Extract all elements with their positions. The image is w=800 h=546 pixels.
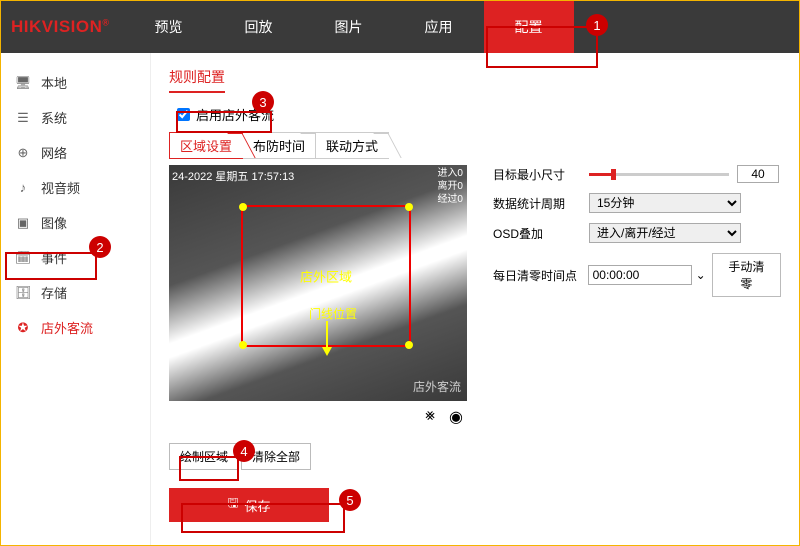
section-title: 规则配置: [169, 67, 225, 93]
video-preview[interactable]: 24-2022 星期五 17:57:13 进入0 离开0 经过0 店外区域 门线…: [169, 165, 467, 401]
door-line-label: 门线位置: [309, 305, 357, 322]
monitor-icon: 🖥: [15, 75, 31, 91]
sidebar-item-video-audio[interactable]: ♪视音频: [1, 170, 150, 205]
min-size-label: 目标最小尺寸: [493, 166, 589, 183]
sidebar-item-system[interactable]: ☰系统: [1, 100, 150, 135]
tab-region[interactable]: 区域设置: [169, 132, 243, 159]
roi-handle[interactable]: [405, 341, 413, 349]
roi-handle[interactable]: [239, 341, 247, 349]
roi-handle[interactable]: [239, 203, 247, 211]
globe-icon: ⊕: [15, 145, 31, 161]
image-icon: ▣: [15, 215, 31, 231]
callout-4: 4: [233, 440, 255, 462]
ptz-icon[interactable]: ⨳: [425, 407, 435, 427]
video-timestamp: 24-2022 星期五 17:57:13: [172, 168, 294, 184]
sidebar-item-local[interactable]: 🖥本地: [1, 65, 150, 100]
callout-5: 5: [339, 489, 361, 511]
camera-icon: ♪: [15, 180, 31, 196]
nav-application[interactable]: 应用: [394, 1, 484, 53]
nav-picture[interactable]: 图片: [304, 1, 394, 53]
osd-label: OSD叠加: [493, 225, 589, 242]
video-watermark: 店外客流: [413, 378, 461, 395]
people-icon: ✪: [15, 320, 31, 336]
sidebar-item-network[interactable]: ⊕网络: [1, 135, 150, 170]
period-label: 数据统计周期: [493, 195, 589, 212]
sidebar-item-image[interactable]: ▣图像: [1, 205, 150, 240]
list-icon: ☰: [15, 110, 31, 126]
sidebar-item-storage[interactable]: 🗄存储: [1, 275, 150, 310]
osd-select[interactable]: 进入/离开/经过: [589, 223, 741, 243]
capture-icon[interactable]: ◉: [449, 407, 463, 427]
sidebar: 🖥本地 ☰系统 ⊕网络 ♪视音频 ▣图像 🗓事件 🗄存储 ✪店外客流: [1, 53, 151, 545]
roi-handle[interactable]: [405, 203, 413, 211]
nav-preview[interactable]: 预览: [124, 1, 214, 53]
reset-time-input[interactable]: [588, 265, 692, 285]
sidebar-item-store-traffic[interactable]: ✪店外客流: [1, 310, 150, 345]
callout-2: 2: [89, 236, 111, 258]
video-osd: 进入0 离开0 经过0: [437, 167, 463, 206]
disk-icon: 🗄: [15, 285, 31, 301]
min-size-slider[interactable]: [589, 173, 729, 176]
callout-1: 1: [586, 14, 608, 36]
nav-playback[interactable]: 回放: [214, 1, 304, 53]
reset-time-label: 每日清零时间点: [493, 267, 588, 284]
period-select[interactable]: 15分钟: [589, 193, 741, 213]
roi-label: 店外区域: [300, 267, 352, 286]
direction-arrow-icon: [319, 321, 335, 357]
manual-reset-button[interactable]: 手动清零: [712, 253, 781, 297]
brand-logo: HIKVISION®: [1, 17, 124, 37]
callout-3: 3: [252, 91, 274, 113]
min-size-value[interactable]: 40: [737, 165, 779, 183]
tab-linkage[interactable]: 联动方式: [315, 132, 389, 159]
